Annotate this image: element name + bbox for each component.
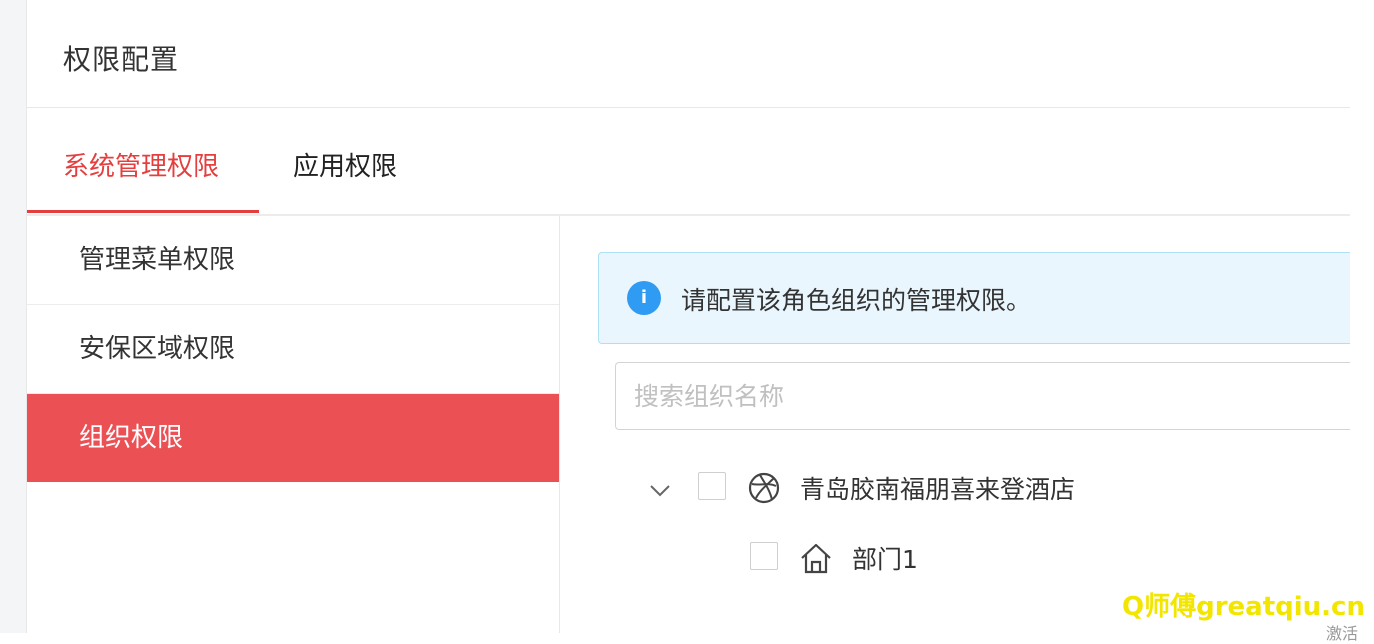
info-alert: i 请配置该角色组织的管理权限。 bbox=[598, 252, 1351, 344]
sidebar: 管理菜单权限 安保区域权限 组织权限 bbox=[27, 216, 560, 633]
right-gutter bbox=[1350, 0, 1374, 633]
sidebar-item-label: 管理菜单权限 bbox=[79, 245, 236, 275]
globe-icon bbox=[748, 472, 780, 504]
sidebar-item-org-permissions[interactable]: 组织权限 bbox=[27, 394, 559, 482]
tab-app-permissions[interactable]: 应用权限 bbox=[293, 146, 397, 183]
search-input[interactable] bbox=[616, 363, 1351, 429]
sidebar-item-security-area-permissions[interactable]: 安保区域权限 bbox=[27, 305, 559, 394]
permission-config-panel: 权限配置 系统管理权限 应用权限 管理菜单权限 安保区域权限 组织权限 i 请配… bbox=[26, 0, 1351, 633]
sidebar-item-menu-permissions[interactable]: 管理菜单权限 bbox=[27, 216, 559, 305]
tab-system-permissions[interactable]: 系统管理权限 bbox=[63, 146, 219, 183]
watermark: Q师傅greatqiu.cn bbox=[1122, 592, 1365, 622]
info-icon: i bbox=[627, 281, 661, 315]
home-icon bbox=[801, 543, 831, 574]
search-box bbox=[615, 362, 1351, 430]
sidebar-item-label: 安保区域权限 bbox=[79, 334, 236, 364]
tree-node-label[interactable]: 部门1 bbox=[852, 540, 918, 580]
tree-node-label[interactable]: 青岛胶南福朋喜来登酒店 bbox=[800, 470, 1075, 510]
activation-corner-text: 激活 bbox=[1326, 624, 1359, 643]
main-content: i 请配置该角色组织的管理权限。 青岛胶南福朋喜来登酒店 bbox=[560, 216, 1351, 633]
sidebar-item-label: 组织权限 bbox=[79, 423, 184, 453]
left-gutter bbox=[0, 0, 26, 633]
chevron-down-icon[interactable] bbox=[646, 476, 674, 504]
tree-checkbox-root[interactable] bbox=[698, 472, 726, 500]
active-tab-indicator bbox=[27, 210, 259, 213]
alert-text: 请配置该角色组织的管理权限。 bbox=[681, 286, 1032, 315]
page-title: 权限配置 bbox=[63, 43, 180, 76]
tab-bar: 系统管理权限 应用权限 bbox=[27, 108, 1351, 216]
tree-checkbox-child[interactable] bbox=[750, 542, 778, 570]
header: 权限配置 bbox=[27, 0, 1351, 108]
